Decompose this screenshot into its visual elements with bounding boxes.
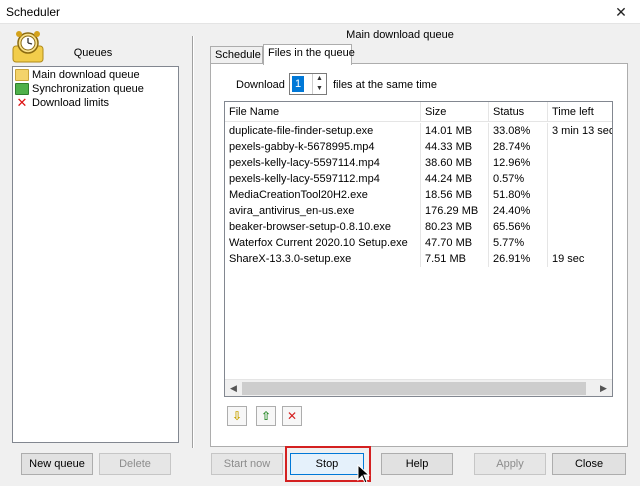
cell-time-left: [548, 171, 612, 187]
move-down-button[interactable]: ⇩: [227, 406, 247, 426]
stepper-arrows[interactable]: ▲ ▼: [312, 74, 326, 94]
close-window-icon[interactable]: ✕: [602, 0, 640, 24]
column-header-status[interactable]: Status: [489, 102, 548, 122]
table-row[interactable]: Waterfox Current 2020.10 Setup.exe 47.70 …: [225, 235, 612, 251]
queue-list[interactable]: Main download queue Synchronization queu…: [12, 66, 179, 443]
stepper-up-icon[interactable]: ▲: [313, 74, 326, 84]
new-queue-button[interactable]: New queue: [21, 453, 93, 475]
cell-file-name: MediaCreationTool20H2.exe: [225, 187, 421, 203]
table-row[interactable]: pexels-kelly-lacy-5597112.mp4 44.24 MB 0.5…: [225, 171, 612, 187]
files-at-same-time-label: files at the same time: [333, 79, 437, 91]
table-header: File Name Size Status Time left: [225, 102, 612, 122]
cell-file-name: ShareX-13.3.0-setup.exe: [225, 251, 421, 267]
download-count-value[interactable]: 1: [292, 76, 304, 92]
download-count-stepper[interactable]: 1 ▲ ▼: [289, 73, 327, 95]
column-header-file-name[interactable]: File Name: [225, 102, 421, 122]
cell-size: 176.29 MB: [421, 203, 489, 219]
cell-size: 7.51 MB: [421, 251, 489, 267]
column-header-size[interactable]: Size: [421, 102, 489, 122]
move-down-icon: ⇩: [231, 409, 243, 423]
cell-file-name: duplicate-file-finder-setup.exe: [225, 123, 421, 139]
tab-files-in-queue[interactable]: Files in the queue: [263, 44, 355, 65]
cell-size: 47.70 MB: [421, 235, 489, 251]
queue-item-download-limits[interactable]: ✕ Download limits: [15, 96, 109, 110]
cell-status: 65.56%: [489, 219, 548, 235]
scrollbar-thumb[interactable]: [242, 382, 586, 395]
help-button[interactable]: Help: [381, 453, 453, 475]
files-table[interactable]: File Name Size Status Time left duplicat…: [224, 101, 613, 397]
cell-time-left: [548, 219, 612, 235]
cell-file-name: beaker-browser-setup-0.8.10.exe: [225, 219, 421, 235]
table-row[interactable]: duplicate-file-finder-setup.exe 14.01 MB 3…: [225, 123, 612, 139]
queue-title: Main download queue: [346, 29, 454, 41]
green-sync-folder-icon: [15, 83, 29, 95]
cell-size: 38.60 MB: [421, 155, 489, 171]
apply-button[interactable]: Apply: [474, 453, 546, 475]
delete-queue-button[interactable]: Delete: [99, 453, 171, 475]
queues-label: Queues: [73, 47, 113, 59]
move-up-icon: ⇧: [260, 409, 272, 423]
queue-item-label: Main download queue: [32, 69, 140, 81]
remove-button[interactable]: ✕: [282, 406, 302, 426]
mouse-pointer-icon: [357, 464, 371, 484]
scroll-right-icon[interactable]: ▶: [595, 380, 612, 396]
scroll-left-icon[interactable]: ◀: [225, 380, 242, 396]
cell-status: 0.57%: [489, 171, 548, 187]
cell-file-name: Waterfox Current 2020.10 Setup.exe: [225, 235, 421, 251]
queue-item-synchronization[interactable]: Synchronization queue: [15, 82, 144, 96]
cell-size: 18.56 MB: [421, 187, 489, 203]
download-label: Download: [236, 79, 285, 91]
cell-status: 33.08%: [489, 123, 548, 139]
cell-status: 51.80%: [489, 187, 548, 203]
table-row[interactable]: pexels-gabby-k-5678995.mp4 44.33 MB 28.74%: [225, 139, 612, 155]
remove-icon: ✕: [286, 409, 298, 423]
cell-time-left: 3 min 13 sec: [548, 123, 612, 139]
cell-size: 14.01 MB: [421, 123, 489, 139]
cell-file-name: pexels-gabby-k-5678995.mp4: [225, 139, 421, 155]
cell-time-left: [548, 155, 612, 171]
horizontal-scrollbar[interactable]: ◀ ▶: [225, 379, 612, 396]
cell-file-name: pexels-kelly-lacy-5597114.mp4: [225, 155, 421, 171]
table-row[interactable]: pexels-kelly-lacy-5597114.mp4 38.60 MB 12.…: [225, 155, 612, 171]
table-row[interactable]: ShareX-13.3.0-setup.exe 7.51 MB 26.91% 19 s…: [225, 251, 612, 267]
cell-status: 26.91%: [489, 251, 548, 267]
title-bar: Scheduler ✕: [0, 0, 640, 24]
move-up-button[interactable]: ⇧: [256, 406, 276, 426]
cell-status: 5.77%: [489, 235, 548, 251]
stepper-down-icon[interactable]: ▼: [313, 84, 326, 94]
cell-status: 12.96%: [489, 155, 548, 171]
cell-status: 28.74%: [489, 139, 548, 155]
yellow-folder-icon: [15, 69, 29, 81]
red-x-icon: ✕: [16, 95, 28, 110]
cell-time-left: 19 sec: [548, 251, 612, 267]
cell-size: 44.24 MB: [421, 171, 489, 187]
cell-time-left: [548, 235, 612, 251]
cell-time-left: [548, 203, 612, 219]
scheduler-clock-icon: [12, 31, 44, 63]
column-header-time-left[interactable]: Time left: [548, 102, 612, 122]
cell-time-left: [548, 187, 612, 203]
table-row[interactable]: beaker-browser-setup-0.8.10.exe 80.23 MB 6…: [225, 219, 612, 235]
cell-size: 44.33 MB: [421, 139, 489, 155]
queue-item-label: Download limits: [32, 97, 110, 109]
table-row[interactable]: avira_antivirus_en-us.exe 176.29 MB 24.40%: [225, 203, 612, 219]
start-now-button[interactable]: Start now: [211, 453, 283, 475]
table-row[interactable]: MediaCreationTool20H2.exe 18.56 MB 51.80%: [225, 187, 612, 203]
queue-item-label: Synchronization queue: [32, 83, 144, 95]
cell-size: 80.23 MB: [421, 219, 489, 235]
close-button[interactable]: Close: [552, 453, 626, 475]
tab-schedule[interactable]: Schedule: [210, 46, 263, 64]
queue-item-main-download[interactable]: Main download queue: [15, 68, 140, 82]
cell-time-left: [548, 139, 612, 155]
cell-file-name: avira_antivirus_en-us.exe: [225, 203, 421, 219]
cell-status: 24.40%: [489, 203, 548, 219]
cell-file-name: pexels-kelly-lacy-5597112.mp4: [225, 171, 421, 187]
pane-splitter[interactable]: [192, 36, 194, 448]
window-title: Scheduler: [6, 5, 61, 19]
